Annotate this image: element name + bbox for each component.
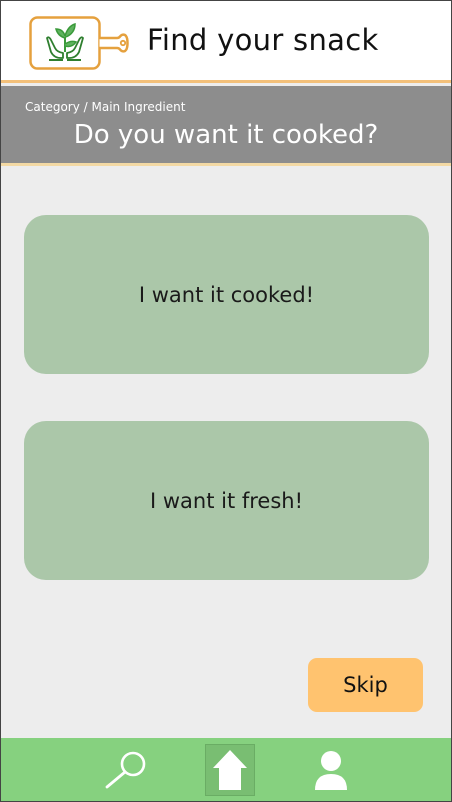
skip-button[interactable]: Skip <box>308 658 423 712</box>
question-banner: Category / Main Ingredient Do you want i… <box>1 86 451 166</box>
home-icon <box>213 750 247 790</box>
app-title: Find your snack <box>147 23 379 57</box>
app-header: Find your snack <box>1 1 451 83</box>
app-screen: Find your snack Category / Main Ingredie… <box>0 0 452 802</box>
nav-search[interactable] <box>101 744 151 796</box>
bottom-nav <box>1 738 451 801</box>
nav-profile[interactable] <box>307 744 355 796</box>
nav-home[interactable] <box>205 744 255 796</box>
breadcrumb[interactable]: Category / Main Ingredient <box>25 100 185 114</box>
profile-icon <box>315 751 347 790</box>
search-icon <box>105 751 146 789</box>
option-cooked-button[interactable]: I want it cooked! <box>24 215 429 374</box>
plant-hands-cutting-board-icon <box>29 16 129 70</box>
question-title: Do you want it cooked? <box>73 120 379 150</box>
option-fresh-button[interactable]: I want it fresh! <box>24 421 429 580</box>
